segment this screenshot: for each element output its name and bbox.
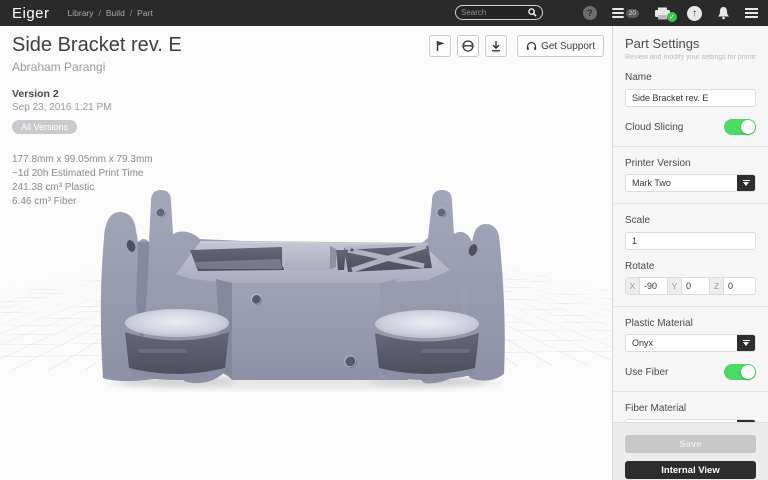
help-icon[interactable]: ?	[583, 6, 597, 20]
fiber-material-label: Fiber Material	[625, 403, 756, 414]
section-divider	[613, 146, 768, 147]
chevron-down-icon	[737, 335, 755, 351]
search-input[interactable]	[461, 8, 528, 17]
get-support-button[interactable]: Get Support	[517, 35, 604, 57]
rotate-x-label: X	[626, 278, 640, 294]
bell-icon[interactable]	[717, 6, 730, 20]
download-button[interactable]	[485, 35, 507, 57]
globe-3d-view-icon	[462, 40, 474, 52]
breadcrumb-part[interactable]: Part	[137, 8, 153, 18]
printer-ok-badge: ✓	[667, 12, 677, 22]
upload-icon[interactable]: ↑	[687, 6, 702, 21]
breadcrumb-build[interactable]: Build	[106, 8, 137, 18]
part-author: Abraham Parangi	[12, 60, 182, 74]
panel-title: Part Settings	[625, 36, 756, 51]
cloud-slicing-label: Cloud Slicing	[625, 122, 683, 133]
chevron-down-icon	[737, 175, 755, 191]
search-box[interactable]	[455, 5, 543, 20]
canvas-toolbar: Get Support	[429, 35, 604, 57]
navbar-icons: ? 20 ✓ ↑	[583, 0, 758, 26]
rotate-x-field[interactable]	[640, 278, 668, 294]
rotate-group: X Y Z	[625, 277, 756, 295]
queue-lines-icon	[612, 6, 624, 20]
section-divider	[613, 391, 768, 392]
headset-icon	[526, 41, 537, 52]
3d-view-button[interactable]	[457, 35, 479, 57]
cloud-slicing-toggle[interactable]	[724, 119, 756, 135]
part-date: Sep 23, 2016 1:21 PM	[12, 102, 182, 113]
breadcrumb-library[interactable]: Library	[68, 8, 106, 18]
part-settings-panel: Part Settings Review and modify your set…	[612, 26, 768, 480]
rotate-z-field[interactable]	[724, 278, 752, 294]
download-icon	[491, 40, 501, 52]
rotate-y-label: Y	[668, 278, 682, 294]
name-field[interactable]	[625, 89, 756, 107]
viewer-canvas[interactable]: Side Bracket rev. E Abraham Parangi Vers…	[0, 26, 612, 480]
printer-status-icon[interactable]: ✓	[654, 7, 672, 20]
part-3d-model[interactable]	[98, 182, 510, 392]
app-logo[interactable]: Eiger	[12, 5, 50, 22]
rotate-y-field[interactable]	[682, 278, 710, 294]
magnifier-icon	[528, 8, 537, 17]
hamburger-menu-icon[interactable]	[745, 6, 758, 21]
print-queue-icon[interactable]: 20	[612, 6, 639, 20]
plastic-material-label: Plastic Material	[625, 318, 756, 329]
rotate-z-label: Z	[710, 278, 724, 294]
panel-subtitle: Review and modify your settings for prin…	[625, 54, 756, 61]
printer-version-value: Mark Two	[626, 175, 737, 191]
breadcrumb: Library Build Part	[68, 8, 153, 18]
part-info-block: Side Bracket rev. E Abraham Parangi Vers…	[12, 34, 182, 209]
top-navbar: Eiger Library Build Part ? 20 ✓ ↑	[0, 0, 768, 26]
part-print-time: ~1d 20h Estimated Print Time	[12, 167, 182, 181]
use-fiber-toggle[interactable]	[724, 364, 756, 380]
part-version: Version 2	[12, 88, 182, 100]
plastic-material-select[interactable]: Onyx	[625, 334, 756, 352]
scale-label: Scale	[625, 215, 756, 226]
flag-icon	[435, 40, 446, 52]
printer-version-label: Printer Version	[625, 158, 756, 169]
section-divider	[613, 203, 768, 204]
printer-version-select[interactable]: Mark Two	[625, 174, 756, 192]
get-support-label: Get Support	[541, 41, 595, 52]
scale-field[interactable]	[625, 232, 756, 250]
part-dimensions: 177.8mm x 99.05mm x 79.3mm	[12, 153, 182, 167]
part-plastic-volume: 241.38 cm³ Plastic	[12, 181, 182, 195]
save-button[interactable]: Save	[625, 435, 756, 453]
internal-view-button[interactable]: Internal View	[625, 461, 756, 479]
panel-actions: Save Internal View Print	[613, 422, 768, 480]
flag-button[interactable]	[429, 35, 451, 57]
all-versions-badge[interactable]: All Versions	[12, 120, 77, 134]
plastic-material-value: Onyx	[626, 335, 737, 351]
section-divider	[613, 306, 768, 307]
part-stats: 177.8mm x 99.05mm x 79.3mm ~1d 20h Estim…	[12, 153, 182, 209]
part-fiber-volume: 6.46 cm³ Fiber	[12, 195, 182, 209]
name-label: Name	[625, 72, 756, 83]
page-title: Side Bracket rev. E	[12, 34, 182, 57]
use-fiber-label: Use Fiber	[625, 367, 668, 378]
queue-count-badge: 20	[626, 9, 639, 18]
rotate-label: Rotate	[625, 261, 756, 272]
